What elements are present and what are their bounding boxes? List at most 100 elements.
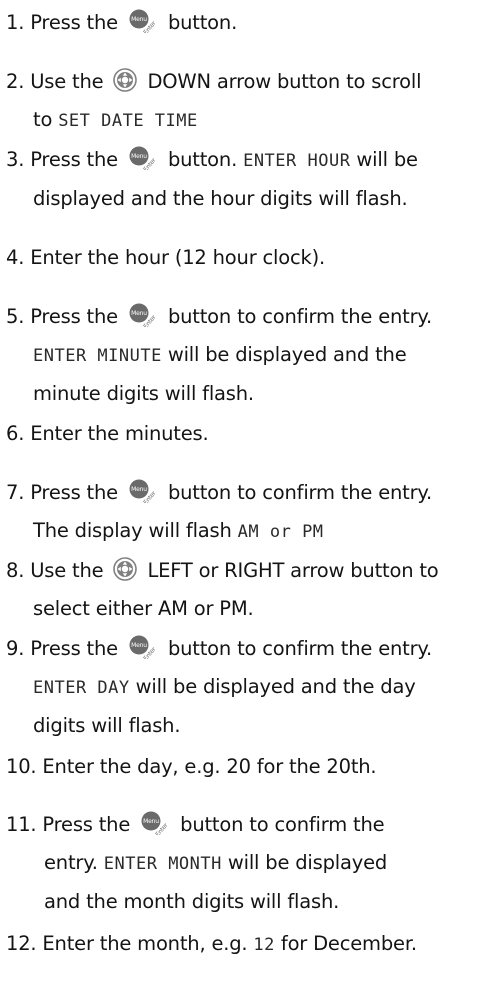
display-text: ENTER HOUR xyxy=(243,151,351,171)
navigation-pad-icon xyxy=(113,68,138,92)
step-number: 9. xyxy=(6,637,31,660)
step-text: Press the xyxy=(30,148,124,171)
menu-enter-icon: MenuEnter xyxy=(129,303,158,327)
navigation-pad-icon xyxy=(113,557,138,581)
step-line: minute digits will flash. xyxy=(6,375,496,413)
step-number: 7. xyxy=(6,481,31,504)
step-text: button to confirm the entry. xyxy=(161,481,432,504)
display-text: SET DATE TIME xyxy=(58,111,198,131)
step-text: Press the xyxy=(30,481,124,504)
step-line: 1. Press the Menu Enter button. xyxy=(6,4,496,42)
step-item: 9. Press the Menu Enter button to confirm… xyxy=(6,630,496,745)
step-number: 10. xyxy=(6,755,43,778)
step-item: 7. Press the Menu Enter button to confirm… xyxy=(6,474,496,551)
step-line: digits will flash. xyxy=(6,707,496,745)
step-line: The display will flash AM or PM xyxy=(6,512,496,551)
step-text: Press the xyxy=(30,637,124,660)
display-text: ENTER DAY xyxy=(33,678,130,698)
step-text: Use the xyxy=(30,70,110,93)
step-item: 2. Use the DOWN arrow button to scroll to… xyxy=(6,63,496,140)
step-text: LEFT or RIGHT arrow button to xyxy=(141,559,439,582)
step-item: 4. Enter the hour (12 hour clock). xyxy=(6,239,496,277)
step-text: minute digits will flash. xyxy=(33,382,254,405)
step-text: Press the xyxy=(30,11,124,34)
step-item: 10. Enter the day, e.g. 20 for the 20th. xyxy=(6,748,496,786)
step-number: 8. xyxy=(6,559,31,582)
step-text: Use the xyxy=(30,559,110,582)
step-text: will be displayed and the day xyxy=(129,675,416,698)
menu-enter-icon: MenuEnter xyxy=(129,479,158,503)
step-line: ENTER DAY will be displayed and the day xyxy=(6,668,496,707)
svg-text:Menu: Menu xyxy=(131,310,147,317)
step-line: 4. Enter the hour (12 hour clock). xyxy=(6,239,496,277)
step-number: 2. xyxy=(6,70,31,93)
step-text: button. xyxy=(161,148,244,171)
step-line: select either AM or PM. xyxy=(6,590,496,628)
instructions-page: 1. Press the Menu Enter button. 2. Use the… xyxy=(0,0,498,987)
svg-text:Menu: Menu xyxy=(131,16,147,23)
step-number: 6. xyxy=(6,422,31,445)
step-text: select either AM or PM. xyxy=(33,597,254,620)
step-text: Press the xyxy=(30,305,124,328)
step-text: for December. xyxy=(274,932,417,955)
step-line: 11. Press the Menu Enter button to confir… xyxy=(6,806,496,844)
step-text: Enter the hour (12 hour clock). xyxy=(30,246,325,269)
step-text: DOWN arrow button to scroll xyxy=(141,70,422,93)
step-line: 2. Use the DOWN arrow button to scroll xyxy=(6,63,496,101)
display-text: ENTER MINUTE xyxy=(33,346,162,366)
step-text: displayed and the hour digits will flash… xyxy=(33,187,408,210)
step-number: 11. xyxy=(6,813,43,836)
step-text: will be xyxy=(350,148,418,171)
step-line: 12. Enter the month, e.g. 12 for Decembe… xyxy=(6,925,496,964)
menu-enter-icon: MenuEnter xyxy=(129,635,158,659)
step-text: entry. xyxy=(44,851,104,874)
step-line: 5. Press the Menu Enter button to confirm… xyxy=(6,298,496,336)
step-line: to SET DATE TIME xyxy=(6,101,496,140)
step-text: Enter the day, e.g. 20 for the 20th. xyxy=(42,755,377,778)
step-line: 9. Press the Menu Enter button to confirm… xyxy=(6,630,496,668)
step-item: 11. Press the Menu Enter button to confir… xyxy=(6,806,496,921)
step-number: 1. xyxy=(6,11,31,34)
step-text: Enter the month, e.g. xyxy=(42,932,254,955)
svg-text:Menu: Menu xyxy=(143,818,159,825)
step-text: to xyxy=(33,108,59,131)
display-text: 12 xyxy=(253,935,275,955)
step-item: 6. Enter the minutes. xyxy=(6,415,496,453)
step-text: will be displayed xyxy=(221,851,388,874)
step-line: ENTER MINUTE will be displayed and the xyxy=(6,336,496,375)
step-text: The display will flash xyxy=(33,519,238,542)
step-text: Enter the minutes. xyxy=(30,422,209,445)
step-number: 12. xyxy=(6,932,43,955)
svg-text:Menu: Menu xyxy=(131,642,147,649)
menu-enter-icon: MenuEnter xyxy=(129,146,158,170)
step-text: button to confirm the entry. xyxy=(161,637,432,660)
step-number: 3. xyxy=(6,148,31,171)
menu-enter-icon: MenuEnter xyxy=(141,811,170,835)
step-text: will be displayed and the xyxy=(161,343,407,366)
step-line: and the month digits will flash. xyxy=(6,883,496,921)
step-text: button to confirm the xyxy=(174,813,385,836)
step-item: 8. Use the LEFT or RIGHT arrow button to… xyxy=(6,552,496,628)
step-number: 5. xyxy=(6,305,31,328)
svg-text:Menu: Menu xyxy=(131,153,147,160)
step-line: 3. Press the Menu Enter button. ENTER HOU… xyxy=(6,141,496,180)
step-line: 6. Enter the minutes. xyxy=(6,415,496,453)
step-text: digits will flash. xyxy=(33,714,181,737)
step-text: button. xyxy=(161,11,238,34)
display-text: AM or PM xyxy=(237,522,324,542)
step-item: 1. Press the Menu Enter button. xyxy=(6,4,496,42)
step-number: 4. xyxy=(6,246,31,269)
step-line: displayed and the hour digits will flash… xyxy=(6,180,496,218)
step-line: 7. Press the Menu Enter button to confirm… xyxy=(6,474,496,512)
step-item: 5. Press the Menu Enter button to confirm… xyxy=(6,298,496,413)
step-item: 12. Enter the month, e.g. 12 for Decembe… xyxy=(6,925,496,964)
step-line: entry. ENTER MONTH will be displayed xyxy=(6,844,496,883)
step-text: button to confirm the entry. xyxy=(161,305,432,328)
svg-text:Menu: Menu xyxy=(131,486,147,493)
menu-enter-icon: MenuEnter xyxy=(129,9,158,33)
step-item: 3. Press the Menu Enter button. ENTER HOU… xyxy=(6,141,496,218)
step-text: and the month digits will flash. xyxy=(44,890,340,913)
step-text: Press the xyxy=(42,813,137,836)
display-text: ENTER MONTH xyxy=(103,854,222,874)
step-line: 8. Use the LEFT or RIGHT arrow button to xyxy=(6,552,496,590)
